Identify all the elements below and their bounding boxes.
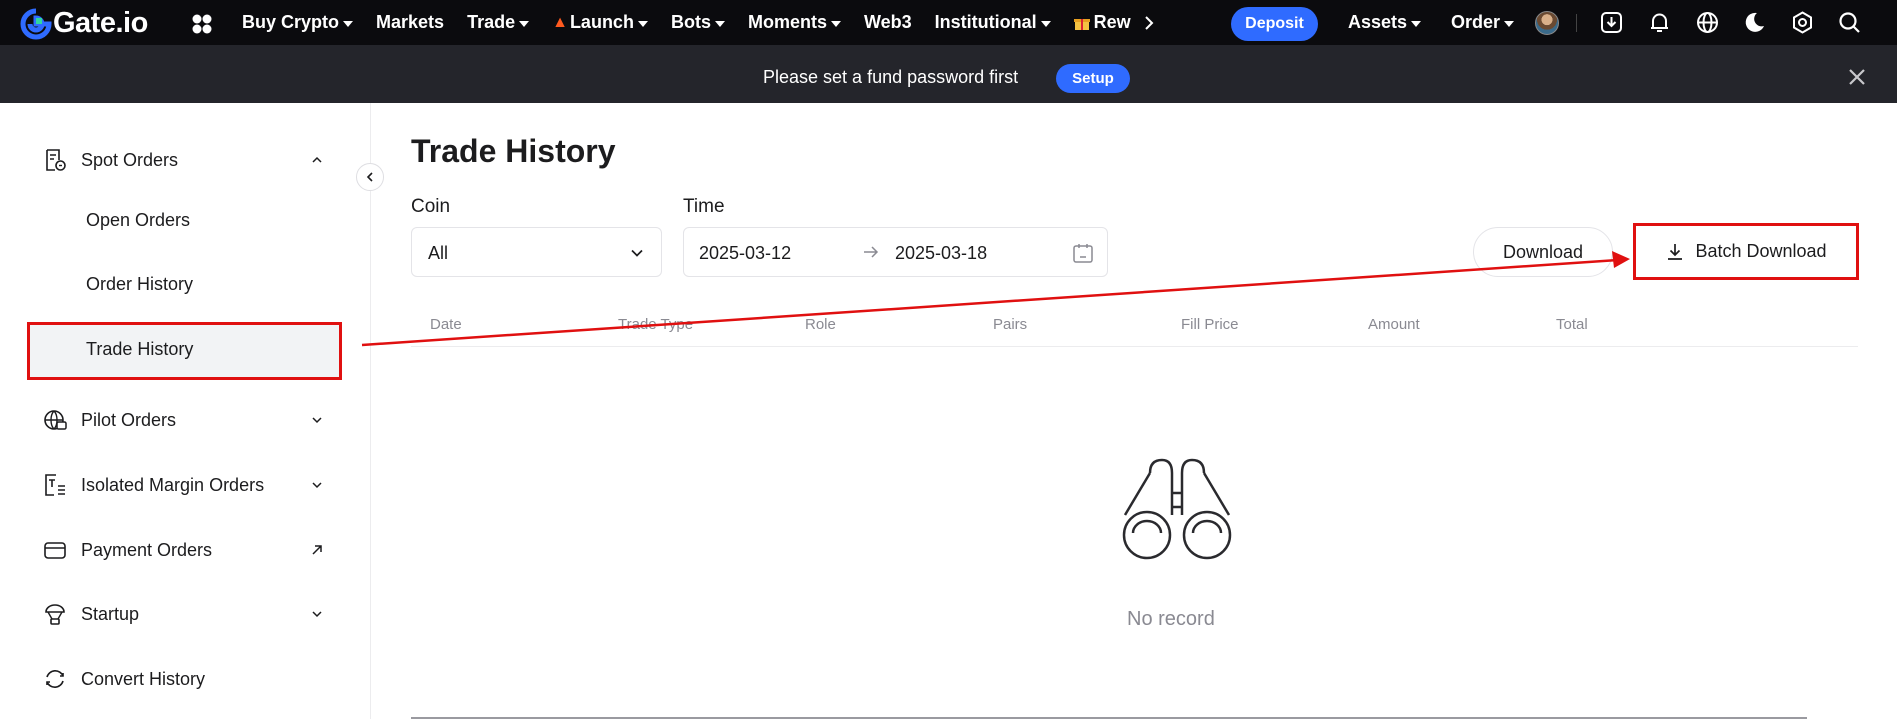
brand-name: Gate.io — [53, 7, 148, 39]
column-header-trade-type: Trade Type — [618, 316, 694, 333]
setup-button[interactable]: Setup — [1056, 64, 1130, 93]
sidebar-subitem-label: Order History — [86, 273, 194, 294]
margin-orders-icon — [45, 474, 65, 496]
sidebar-item-label: Spot Orders — [81, 149, 179, 170]
spot-orders-icon — [46, 149, 66, 171]
sidebar-collapse-button[interactable] — [356, 163, 384, 191]
date-end-input[interactable]: 2025-03-18 — [895, 243, 987, 264]
date-start-input[interactable]: 2025-03-12 — [699, 243, 791, 264]
time-label: Time — [683, 196, 725, 217]
sidebar-item-payment-orders[interactable]: Payment Orders — [0, 525, 371, 575]
caret-down-icon — [343, 20, 354, 27]
caret-down-icon — [714, 20, 725, 27]
calendar-icon[interactable] — [1072, 242, 1094, 264]
table-header: Date Trade Type Role Pairs Fill Price Am… — [411, 316, 1858, 347]
nav-bots[interactable]: Bots — [671, 12, 725, 33]
sidebar-item-startup[interactable]: Startup — [0, 589, 371, 639]
nav-rewards[interactable]: Rew — [1073, 12, 1131, 33]
top-navigation-bar: Gate.io Buy Crypto Markets Trade ▲ Launch… — [0, 0, 1897, 45]
nav-divider — [1576, 14, 1577, 32]
moon-icon[interactable] — [1742, 10, 1767, 35]
column-header-total: Total — [1556, 316, 1588, 333]
deposit-button[interactable]: Deposit — [1231, 7, 1318, 41]
sidebar-item-label: Payment Orders — [81, 539, 213, 560]
batch-download-button[interactable]: Batch Download — [1633, 223, 1859, 280]
avatar[interactable] — [1535, 11, 1559, 35]
caret-down-icon — [1504, 20, 1515, 27]
caret-down-icon — [830, 20, 841, 27]
nav-buy-crypto[interactable]: Buy Crypto — [242, 12, 354, 33]
nav-markets[interactable]: Markets — [376, 12, 444, 33]
settings-hexagon-icon[interactable] — [1790, 10, 1815, 35]
wallet-icon — [44, 542, 66, 559]
coin-label: Coin — [411, 196, 451, 217]
arrow-right-icon — [864, 246, 879, 258]
sidebar-subitem-open-orders[interactable]: Open Orders — [0, 195, 371, 245]
coin-select-value: All — [428, 243, 449, 263]
main-nav: Buy Crypto Markets Trade ▲ Launch Bots Mo… — [242, 0, 1156, 45]
fire-icon: ▲ — [552, 13, 568, 31]
column-header-role: Role — [805, 316, 836, 333]
nav-web3[interactable]: Web3 — [864, 12, 912, 33]
sidebar-item-isolated-margin-orders[interactable]: Isolated Margin Orders — [0, 460, 371, 510]
apps-grid-icon[interactable] — [191, 13, 213, 35]
nav-launch[interactable]: ▲ Launch — [552, 12, 648, 33]
column-header-date: Date — [430, 316, 462, 333]
caret-down-icon — [1040, 20, 1051, 27]
nav-assets[interactable]: Assets — [1348, 12, 1422, 33]
gate-logo[interactable]: Gate.io — [20, 7, 148, 40]
search-icon[interactable] — [1837, 10, 1862, 35]
binoculars-icon — [1122, 458, 1232, 560]
caret-down-icon — [637, 20, 648, 27]
chevron-down-icon — [631, 249, 643, 257]
column-header-amount: Amount — [1368, 316, 1420, 333]
download-icon — [1668, 243, 1683, 260]
sidebar-subitem-order-history[interactable]: Order History — [0, 259, 371, 309]
column-header-pairs: Pairs — [993, 316, 1028, 333]
sidebar-item-label: Pilot Orders — [81, 409, 177, 430]
pilot-orders-icon — [44, 410, 67, 430]
chevron-left-icon — [366, 172, 373, 182]
bell-icon[interactable] — [1647, 10, 1672, 35]
date-range-picker[interactable]: 2025-03-12 2025-03-18 — [683, 227, 1108, 277]
column-header-fill-price: Fill Price — [1181, 316, 1239, 333]
sidebar-item-pilot-orders[interactable]: Pilot Orders — [0, 395, 371, 445]
caret-down-icon — [519, 20, 530, 27]
sidebar-subitem-label: Open Orders — [86, 209, 191, 230]
close-icon[interactable] — [1846, 66, 1868, 88]
batch-download-label: Batch Download — [1695, 241, 1827, 261]
chevron-right-icon[interactable] — [1142, 15, 1156, 30]
banner-message: Please set a fund password first — [763, 67, 1019, 87]
empty-state-text: No record — [1127, 608, 1215, 630]
globe-icon[interactable] — [1695, 10, 1720, 35]
chevron-down-icon — [312, 611, 322, 618]
page-title: Trade History — [411, 133, 616, 169]
chevron-down-icon — [312, 482, 322, 489]
fund-password-banner: Please set a fund password first — [0, 45, 1897, 103]
caret-down-icon — [1411, 20, 1422, 27]
sidebar-item-label: Startup — [81, 603, 140, 624]
nav-order[interactable]: Order — [1451, 12, 1515, 33]
sidebar-subitem-trade-history[interactable]: Trade History — [0, 324, 371, 374]
nav-institutional[interactable]: Institutional — [935, 12, 1051, 33]
coin-select[interactable]: All — [411, 227, 662, 277]
chevron-up-icon — [312, 156, 322, 163]
gate-logo-icon — [20, 8, 52, 39]
sidebar-item-label: Convert History — [81, 668, 206, 689]
chevron-down-icon — [312, 417, 322, 424]
download-app-icon[interactable] — [1599, 10, 1624, 35]
sidebar-subitem-label: Trade History — [86, 338, 194, 359]
download-button[interactable]: Download — [1473, 227, 1613, 277]
startup-icon — [45, 604, 65, 625]
sidebar-item-convert-history[interactable]: Convert History — [0, 654, 371, 704]
nav-moments[interactable]: Moments — [748, 12, 841, 33]
convert-icon — [46, 670, 64, 688]
external-link-arrow-icon — [312, 545, 322, 555]
account-nav: Assets Order — [1348, 0, 1544, 45]
sidebar-item-spot-orders[interactable]: Spot Orders — [0, 135, 371, 185]
gift-icon — [1073, 18, 1090, 30]
nav-trade[interactable]: Trade — [467, 12, 530, 33]
sidebar-item-label: Isolated Margin Orders — [81, 474, 265, 495]
